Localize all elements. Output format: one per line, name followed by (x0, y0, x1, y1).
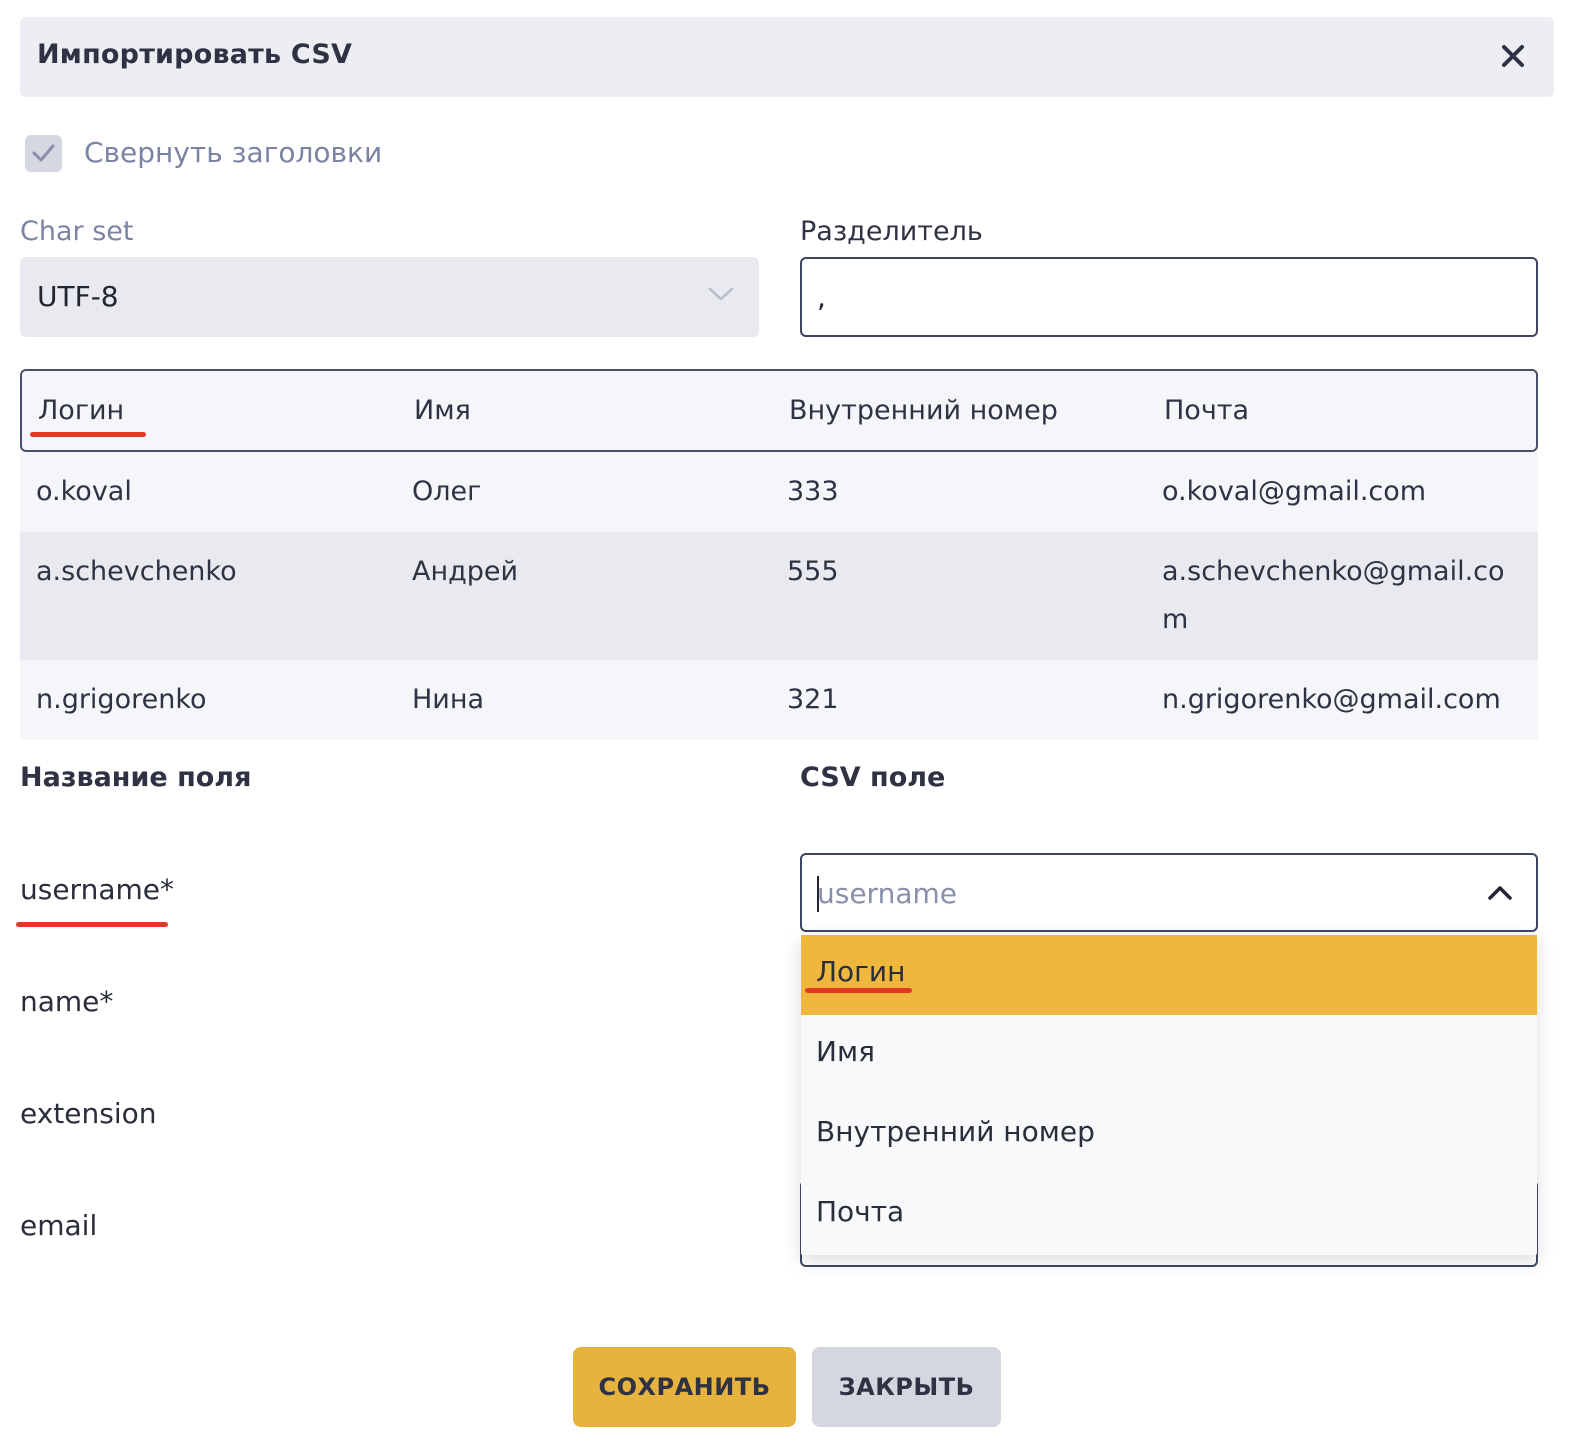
annotation-underline (16, 922, 168, 927)
table-cell: Андрей (412, 556, 519, 587)
collapse-headers-label: Свернуть заголовки (84, 136, 383, 169)
csv-field-header: CSV поле (800, 762, 946, 793)
table-cell: Олег (412, 476, 482, 507)
delimiter-label: Разделитель (800, 216, 983, 247)
charset-value: UTF-8 (37, 280, 119, 313)
field-email: email (20, 1209, 98, 1242)
table-cell: o.koval (36, 476, 132, 507)
chevron-down-icon (708, 287, 734, 301)
table-header-cell: Логин (38, 395, 125, 426)
table-cell: n.grigorenko@gmail.com (1162, 684, 1501, 715)
csv-field-search-input[interactable] (817, 875, 1457, 911)
table-cell: 555 (787, 556, 839, 587)
dropdown-option-login[interactable]: Логин (801, 935, 1537, 1015)
dropdown-option-name[interactable]: Имя (801, 1015, 1537, 1095)
checkmark-icon (32, 144, 55, 162)
field-extension: extension (20, 1097, 157, 1130)
table-header-cell: Почта (1164, 395, 1250, 426)
annotation-underline (805, 988, 912, 993)
dropdown-option-label: Внутренний номер (816, 1115, 1095, 1148)
save-button[interactable]: СОХРАНИТЬ (573, 1347, 796, 1427)
table-cell: Нина (412, 684, 485, 715)
delimiter-input[interactable] (800, 257, 1538, 337)
table-row: n.grigorenko Нина 321 n.grigorenko@gmail… (20, 660, 1538, 740)
table-row: o.koval Олег 333 o.koval@gmail.com (20, 452, 1538, 532)
dropdown-option-label: Логин (816, 955, 906, 988)
table-header-row: Логин Имя Внутренний номер Почта (20, 369, 1538, 452)
field-name-header: Название поля (20, 762, 252, 793)
text-cursor (817, 876, 819, 912)
field-name: name* (20, 985, 114, 1018)
charset-label: Char set (20, 216, 134, 247)
table-header-cell: Имя (414, 395, 471, 426)
table-row: a.schevchenko Андрей 555 a.schevchenko@g… (20, 532, 1538, 660)
dropdown-option-label: Имя (816, 1035, 875, 1068)
dropdown-option-extension[interactable]: Внутренний номер (801, 1095, 1537, 1175)
close-icon[interactable] (1496, 39, 1530, 73)
dialog-title: Импортировать CSV (37, 39, 353, 70)
table-cell: a.schevchenko@gmail.com (1162, 556, 1505, 635)
annotation-underline (30, 432, 146, 437)
field-username: username* (20, 873, 174, 906)
table-cell: 321 (787, 684, 839, 715)
table-cell: n.grigorenko (36, 684, 207, 715)
csv-field-select-username[interactable] (800, 853, 1538, 932)
close-button[interactable]: ЗАКРЫТЬ (812, 1347, 1001, 1427)
collapse-headers-checkbox[interactable] (25, 135, 62, 172)
dropdown-option-email[interactable]: Почта (801, 1175, 1537, 1255)
csv-field-dropdown: Логин Имя Внутренний номер Почта (801, 935, 1537, 1255)
table-cell: 333 (787, 476, 839, 507)
table-cell: a.schevchenko (36, 556, 237, 587)
table-cell: o.koval@gmail.com (1162, 476, 1427, 507)
charset-select[interactable]: UTF-8 (20, 257, 759, 337)
chevron-up-icon[interactable] (1486, 882, 1514, 902)
dropdown-option-label: Почта (816, 1195, 905, 1228)
table-header-cell: Внутренний номер (789, 395, 1058, 426)
preview-table: Логин Имя Внутренний номер Почта o.koval… (20, 369, 1538, 740)
dialog-header: Импортировать CSV (20, 17, 1554, 97)
